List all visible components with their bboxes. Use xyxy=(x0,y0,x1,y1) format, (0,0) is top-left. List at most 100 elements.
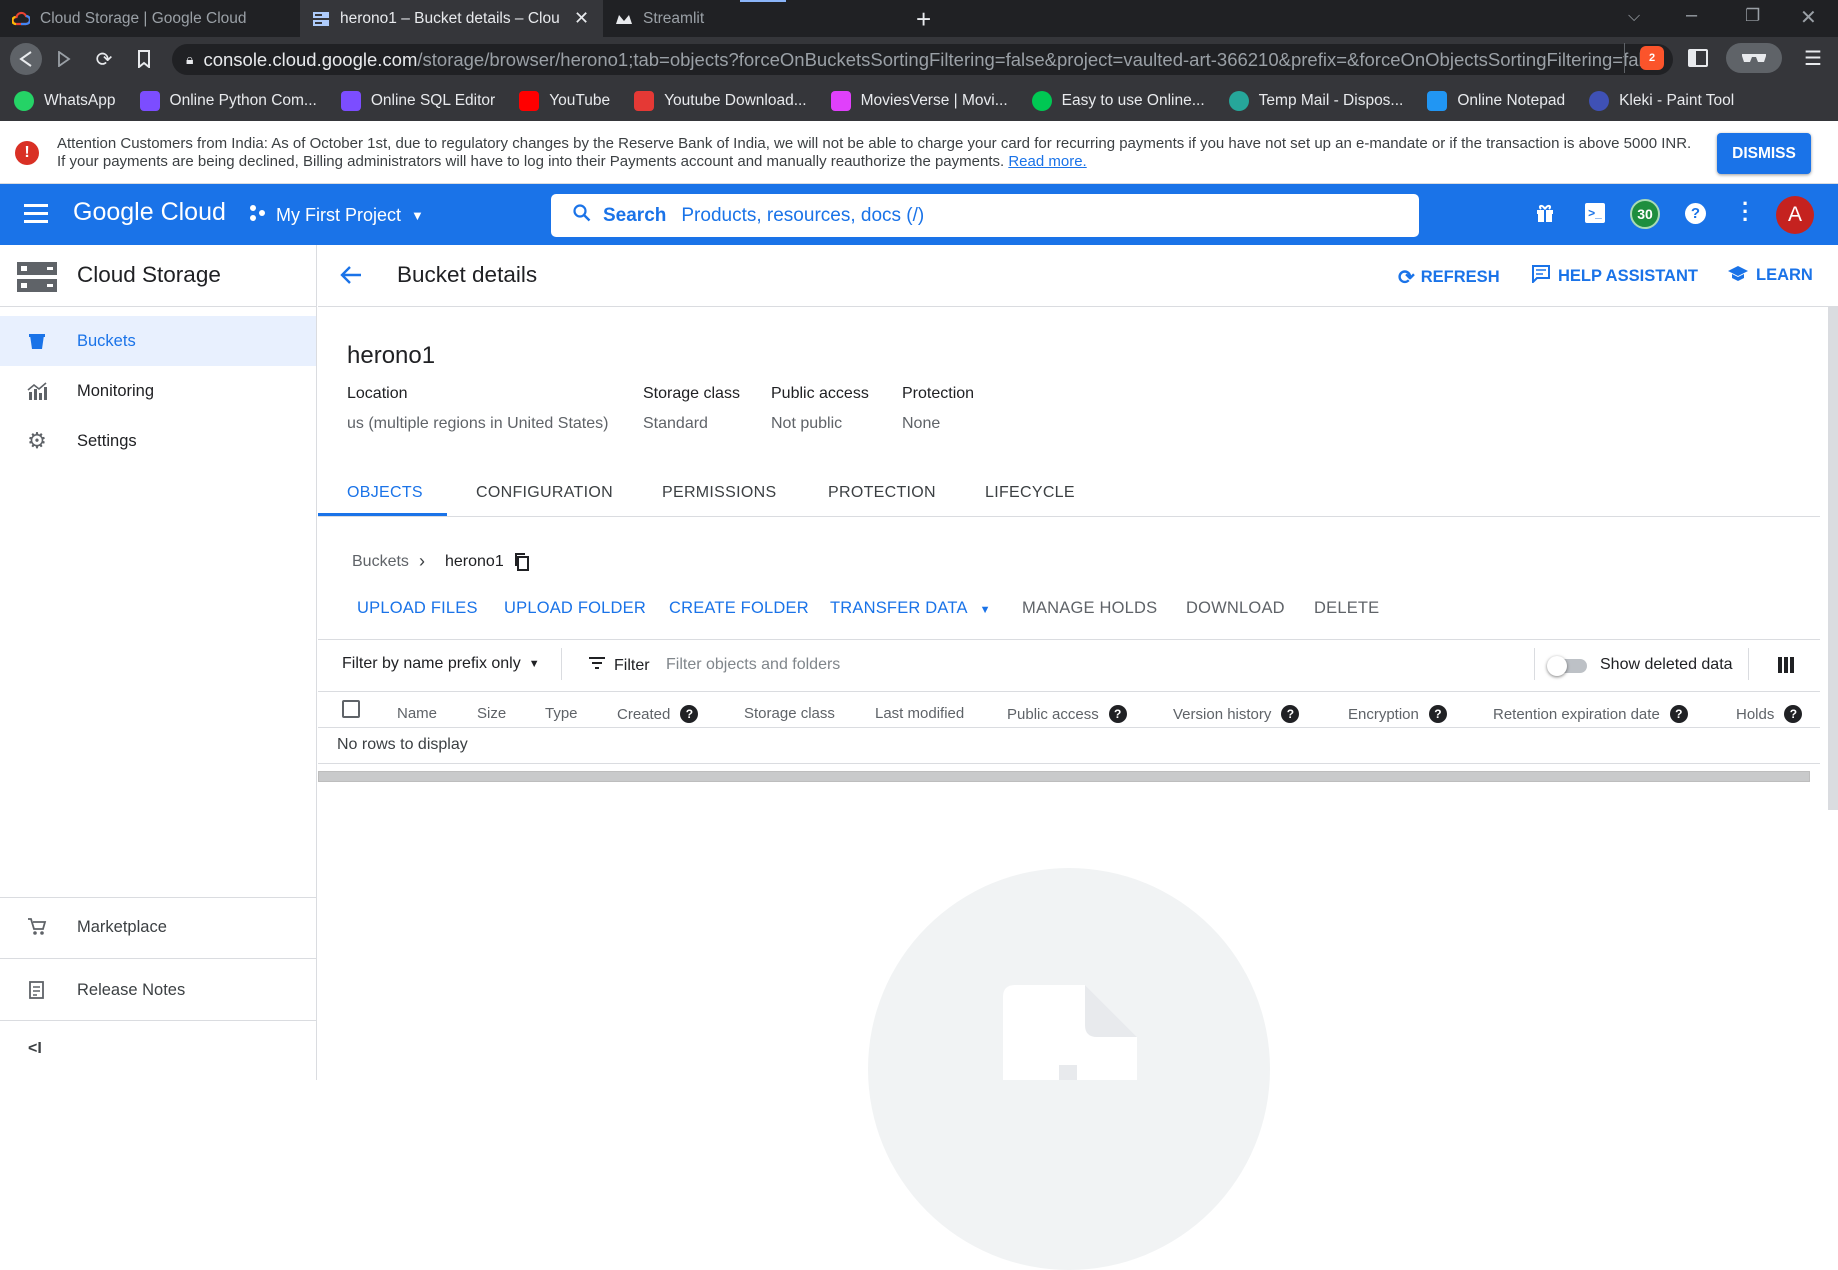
sidebar-item-buckets[interactable]: Buckets xyxy=(0,316,316,366)
bookmark-online-sql[interactable]: Online SQL Editor xyxy=(340,90,495,111)
column-display-icon[interactable] xyxy=(1778,657,1794,678)
refresh-button[interactable]: ⟳ REFRESH xyxy=(1398,265,1500,290)
back-icon[interactable] xyxy=(10,43,42,75)
tab-protection[interactable]: PROTECTION xyxy=(828,484,936,502)
sidebar-item-monitoring[interactable]: Monitoring xyxy=(0,366,316,416)
dismiss-button[interactable]: DISMISS xyxy=(1717,133,1811,174)
tab-lifecycle[interactable]: LIFECYCLE xyxy=(985,484,1075,502)
show-deleted-toggle[interactable] xyxy=(1547,656,1589,676)
column-version-history[interactable]: Version history? xyxy=(1173,705,1300,723)
help-icon[interactable]: ? xyxy=(1784,705,1803,723)
tab-search-chevron-icon[interactable]: ⌵ xyxy=(1628,8,1640,26)
browser-tab-cloud-storage[interactable]: Cloud Storage | Google Cloud xyxy=(0,0,300,37)
url-field[interactable]: 🔒︎ console.cloud.google.com/storage/brow… xyxy=(172,44,1673,75)
notifications-badge[interactable]: 30 xyxy=(1630,199,1660,229)
bookmark-whatsapp[interactable]: WhatsApp xyxy=(14,90,116,111)
transfer-data-button[interactable]: TRANSFER DATA ▼ xyxy=(830,599,991,618)
search-bar[interactable]: Search Products, resources, docs (/) xyxy=(550,193,1420,238)
column-created[interactable]: Created? xyxy=(617,705,699,723)
restore-icon[interactable]: ❐ xyxy=(1745,6,1760,26)
upload-folder-button[interactable]: UPLOAD FOLDER xyxy=(504,599,646,618)
create-folder-button[interactable]: CREATE FOLDER xyxy=(669,599,809,618)
browser-tab-bucket-details[interactable]: herono1 – Bucket details – Cloud ✕ xyxy=(300,0,603,37)
forward-icon[interactable] xyxy=(50,45,78,73)
vertical-scrollbar[interactable] xyxy=(1828,307,1838,810)
sidebar-toggle-icon[interactable] xyxy=(1688,49,1708,67)
cloud-shell-icon[interactable]: >_ xyxy=(1585,203,1605,223)
copy-icon[interactable] xyxy=(514,553,530,576)
avatar-letter: A xyxy=(1787,203,1802,226)
bookmark-youtube-download[interactable]: Youtube Download... xyxy=(634,90,807,111)
tab-permissions[interactable]: PERMISSIONS xyxy=(662,484,776,502)
brave-shield-icon[interactable]: 2 xyxy=(1640,46,1664,70)
sidebar-item-settings[interactable]: ⚙ Settings xyxy=(0,416,316,466)
column-holds[interactable]: Holds? xyxy=(1736,705,1803,723)
breadcrumb-buckets[interactable]: Buckets xyxy=(352,553,409,571)
horizontal-scrollbar[interactable] xyxy=(318,771,1810,782)
banner-text: Attention Customers from India: As of Oc… xyxy=(57,135,1692,170)
manage-holds-button[interactable]: MANAGE HOLDS xyxy=(1022,599,1157,618)
bookmark-kleki[interactable]: Kleki - Paint Tool xyxy=(1589,90,1734,111)
avatar[interactable]: A xyxy=(1776,196,1814,234)
column-retention-expiration[interactable]: Retention expiration date? xyxy=(1493,705,1688,723)
column-label: Type xyxy=(545,705,578,722)
new-tab-icon[interactable]: + xyxy=(916,4,931,35)
bookmark-online-python[interactable]: Online Python Com... xyxy=(139,90,317,111)
column-last-modified[interactable]: Last modified xyxy=(875,705,964,722)
column-public-access[interactable]: Public access? xyxy=(1007,705,1127,723)
upload-files-button[interactable]: UPLOAD FILES xyxy=(357,599,478,618)
tab-configuration[interactable]: CONFIGURATION xyxy=(476,484,613,502)
column-name[interactable]: Name xyxy=(397,705,437,722)
project-name: My First Project xyxy=(276,205,402,225)
filter-button[interactable]: Filter xyxy=(588,656,650,675)
tab-objects[interactable]: OBJECTS xyxy=(347,484,423,502)
help-icon[interactable]: ? xyxy=(1428,705,1447,723)
close-window-icon[interactable]: ✕ xyxy=(1800,5,1817,30)
bookmark-online-notepad[interactable]: Online Notepad xyxy=(1427,90,1565,111)
download-button[interactable]: DOWNLOAD xyxy=(1186,599,1285,618)
logo-google: Google xyxy=(73,198,154,226)
filter-input[interactable]: Filter objects and folders xyxy=(666,656,840,674)
delete-button[interactable]: DELETE xyxy=(1314,599,1379,618)
column-storage-class[interactable]: Storage class xyxy=(744,705,835,722)
filter-mode-select[interactable]: Filter by name prefix only ▼ xyxy=(342,655,540,673)
transfer-data-label: TRANSFER DATA xyxy=(830,599,968,617)
chevron-right-icon: › xyxy=(419,551,425,571)
more-vert-icon[interactable]: · · · xyxy=(1742,193,1749,231)
reload-icon[interactable]: ⟳ xyxy=(90,45,118,73)
learn-button[interactable]: LEARN xyxy=(1728,265,1813,286)
vpn-glasses-icon[interactable] xyxy=(1726,43,1782,73)
bookmark-youtube[interactable]: YouTube xyxy=(519,90,610,111)
column-size[interactable]: Size xyxy=(477,705,506,722)
bookmark-icon[interactable] xyxy=(130,45,158,73)
help-icon[interactable]: ? xyxy=(1281,705,1300,723)
project-selector[interactable]: My First Project ▼ xyxy=(248,204,424,227)
help-icon[interactable]: ? xyxy=(1108,705,1127,723)
column-type[interactable]: Type xyxy=(545,705,578,722)
sidebar-item-release-notes[interactable]: Release Notes xyxy=(0,965,316,1015)
help-assistant-button[interactable]: HELP ASSISTANT xyxy=(1532,265,1698,288)
back-arrow-icon[interactable] xyxy=(340,265,362,290)
help-icon[interactable]: ? xyxy=(1685,203,1706,224)
minimize-icon[interactable]: – xyxy=(1686,4,1697,27)
select-all-checkbox[interactable] xyxy=(342,700,360,718)
bookmark-temp-mail[interactable]: Temp Mail - Dispos... xyxy=(1228,90,1403,111)
google-cloud-logo[interactable]: Google Cloud xyxy=(73,198,226,227)
bookmark-moviesverse[interactable]: MoviesVerse | Movi... xyxy=(830,90,1008,111)
column-label: Encryption xyxy=(1348,705,1419,723)
browser-tab-streamlit[interactable]: Streamlit xyxy=(603,0,900,37)
collapse-sidebar-icon[interactable]: <I xyxy=(28,1040,42,1058)
help-icon[interactable]: ? xyxy=(1669,705,1688,723)
sidebar-item-marketplace[interactable]: Marketplace xyxy=(0,902,316,952)
read-more-link[interactable]: Read more. xyxy=(1008,153,1086,170)
menu-icon[interactable]: ☰ xyxy=(1804,46,1822,71)
easy-online-icon xyxy=(1031,90,1052,111)
file-icon xyxy=(1003,985,1137,1085)
close-tab-icon[interactable]: ✕ xyxy=(574,8,589,29)
gift-icon[interactable] xyxy=(1535,203,1555,228)
column-encryption[interactable]: Encryption? xyxy=(1348,705,1447,723)
refresh-label: REFRESH xyxy=(1420,268,1500,286)
hamburger-menu-icon[interactable] xyxy=(24,204,48,223)
bookmark-easy-online[interactable]: Easy to use Online... xyxy=(1031,90,1205,111)
help-icon[interactable]: ? xyxy=(680,705,699,723)
